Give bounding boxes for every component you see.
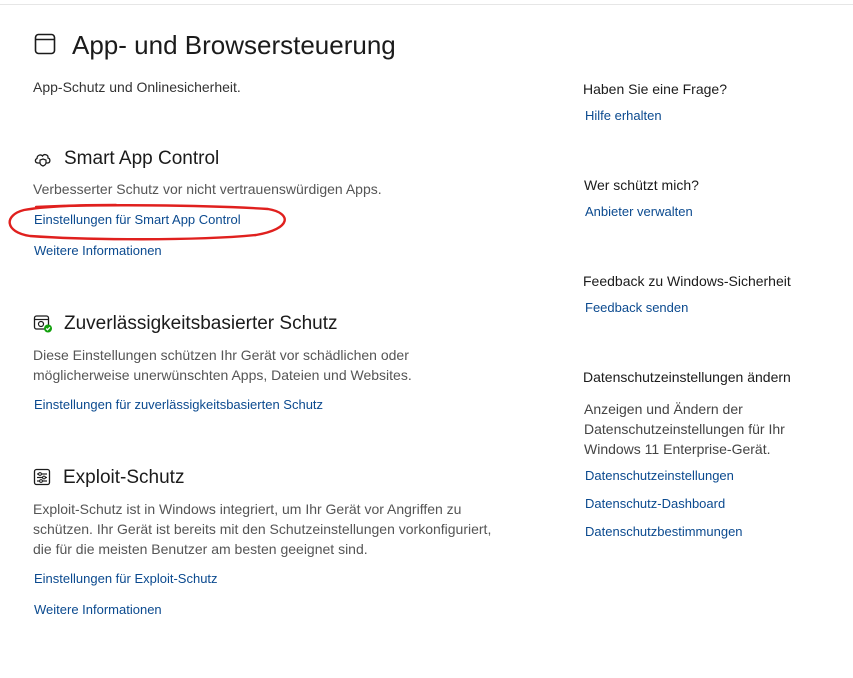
smart-app-control-description: Verbesserter Schutz vor nicht vertrauens… bbox=[33, 181, 382, 197]
description-line: Exploit-Schutz ist in Windows integriert… bbox=[33, 501, 462, 517]
help-heading: Haben Sie eine Frage? bbox=[583, 81, 727, 97]
page-title: App- und Browsersteuerung bbox=[72, 30, 396, 60]
privacy-text-line: Windows 11 Enterprise-Gerät. bbox=[584, 441, 771, 457]
exploit-protection-description: Exploit-Schutz ist in Windows integriert… bbox=[33, 499, 491, 559]
provider-heading: Wer schützt mich? bbox=[584, 177, 699, 193]
page-subtitle: App-Schutz und Onlinesicherheit. bbox=[33, 79, 241, 95]
privacy-dashboard-link[interactable]: Datenschutz-Dashboard bbox=[585, 496, 725, 511]
description-line: Diese Einstellungen schützen Ihr Gerät v… bbox=[33, 347, 409, 363]
get-help-link[interactable]: Hilfe erhalten bbox=[585, 108, 662, 123]
privacy-description: Anzeigen und Ändern der Datenschutzeinst… bbox=[584, 399, 785, 459]
annotation-circle bbox=[8, 203, 286, 241]
browser-window-icon bbox=[34, 33, 56, 55]
reputation-protection-description: Diese Einstellungen schützen Ihr Gerät v… bbox=[33, 345, 412, 385]
exploit-protection-settings-link[interactable]: Einstellungen für Exploit-Schutz bbox=[34, 571, 218, 586]
manage-providers-link[interactable]: Anbieter verwalten bbox=[585, 204, 693, 219]
reputation-check-icon bbox=[33, 315, 52, 333]
description-line: schützen. Ihr Gerät ist bereits mit den … bbox=[33, 521, 492, 537]
privacy-statement-link[interactable]: Datenschutzbestimmungen bbox=[585, 524, 743, 539]
description-line: die für die meisten Benutzer am besten g… bbox=[33, 541, 368, 557]
smart-app-control-more-info-link[interactable]: Weitere Informationen bbox=[34, 243, 162, 258]
reputation-protection-settings-link[interactable]: Einstellungen für zuverlässigkeitsbasier… bbox=[34, 397, 323, 412]
feedback-heading: Feedback zu Windows-Sicherheit bbox=[583, 273, 791, 289]
privacy-text-line: Anzeigen und Ändern der bbox=[584, 401, 743, 417]
exploit-protection-title: Exploit-Schutz bbox=[63, 467, 185, 488]
exploit-protection-more-info-link[interactable]: Weitere Informationen bbox=[34, 602, 162, 617]
privacy-heading: Datenschutzeinstellungen ändern bbox=[583, 369, 791, 385]
top-divider bbox=[0, 4, 853, 5]
exploit-settings-icon bbox=[33, 468, 51, 486]
reputation-protection-title: Zuverlässigkeitsbasierter Schutz bbox=[64, 313, 338, 334]
privacy-text-line: Datenschutzeinstellungen für Ihr bbox=[584, 421, 785, 437]
smart-app-control-title: Smart App Control bbox=[64, 148, 220, 169]
description-line: möglicherweise unerwünschten Apps, Datei… bbox=[33, 367, 412, 383]
privacy-settings-link[interactable]: Datenschutzeinstellungen bbox=[585, 468, 734, 483]
send-feedback-link[interactable]: Feedback senden bbox=[585, 300, 688, 315]
cloud-shield-icon bbox=[34, 153, 51, 167]
